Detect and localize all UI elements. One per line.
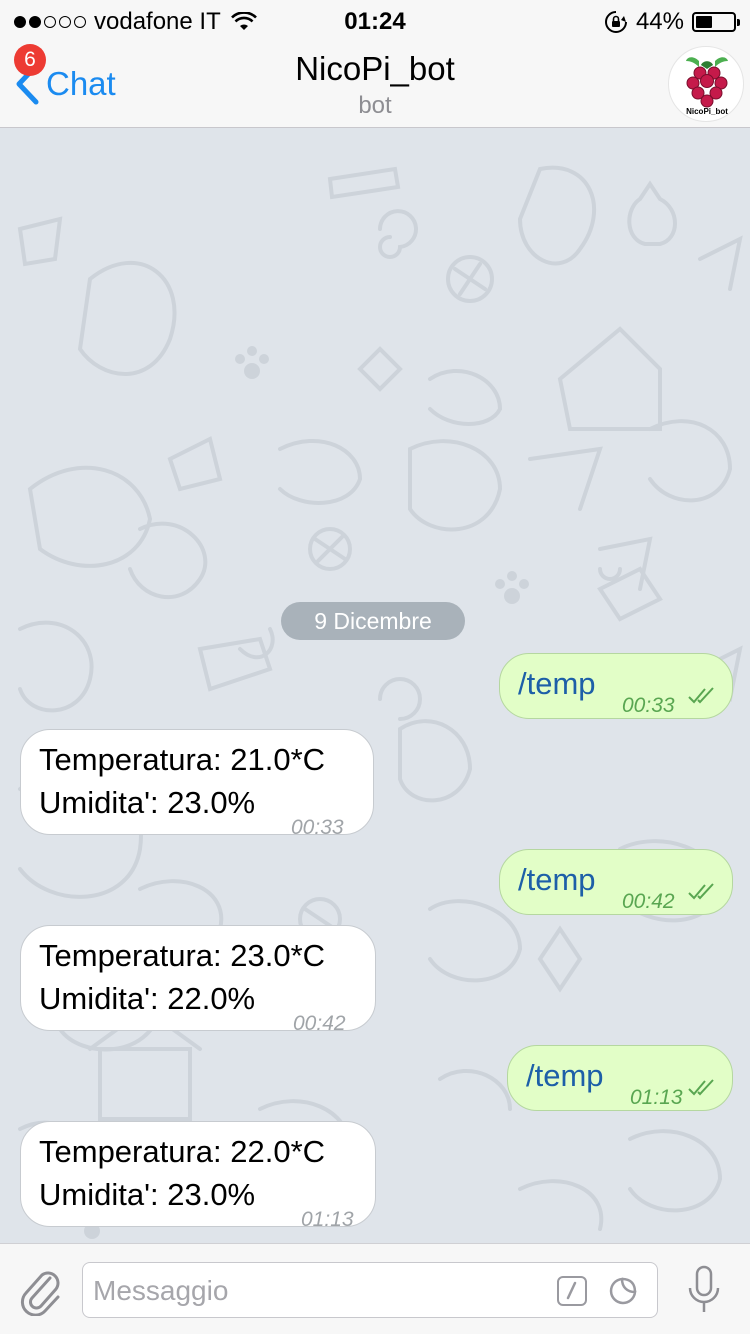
read-receipt-icon [688, 1079, 714, 1096]
avatar-caption: NicoPi_bot [686, 107, 728, 116]
date-separator: 9 Dicembre [281, 602, 465, 640]
battery-level [696, 16, 712, 28]
paperclip-icon[interactable] [18, 1264, 64, 1316]
message-time: 00:33 [622, 694, 675, 717]
bot-avatar[interactable]: NicoPi_bot [668, 46, 744, 122]
read-receipt-icon [688, 687, 714, 704]
wifi-icon [230, 12, 257, 30]
message-text: /temp [518, 666, 596, 701]
status-bar: vodafone IT 01:24 44% [0, 0, 750, 40]
status-right: 44% [604, 8, 740, 36]
battery-percent: 44% [635, 8, 684, 35]
incoming-message[interactable]: Temperatura: 23.0*C Umidita': 22.0% 00:4… [20, 925, 376, 1035]
message-list[interactable]: 9 Dicembre /temp 00:33 Temperatura: 21.0… [0, 129, 750, 1243]
incoming-message[interactable]: Temperatura: 22.0*C Umidita': 23.0% 01:1… [20, 1121, 376, 1231]
sticker-icon[interactable] [607, 1275, 639, 1307]
message-field[interactable] [82, 1262, 658, 1318]
message-time: 01:13 [630, 1086, 683, 1109]
chat-subtitle: bot [358, 92, 392, 119]
microphone-icon[interactable] [686, 1264, 722, 1316]
signal-dots-icon [14, 16, 86, 28]
message-input-bar [0, 1243, 750, 1334]
carrier-name: vodafone IT [94, 8, 221, 35]
orientation-lock-icon [604, 11, 627, 33]
outgoing-message[interactable]: /temp 00:33 [499, 653, 733, 719]
message-text: Temperatura: 21.0*C Umidita': 23.0% [39, 742, 326, 820]
message-text: /temp [526, 1058, 604, 1093]
slash-glyph [566, 1281, 577, 1300]
chat-title[interactable]: NicoPi_bot [0, 50, 750, 88]
bot-command-icon[interactable] [557, 1276, 587, 1306]
read-receipt-icon [688, 883, 714, 900]
message-time: 00:33 [291, 816, 344, 839]
battery-icon [692, 12, 740, 32]
message-text: Temperatura: 22.0*C Umidita': 23.0% [39, 1134, 326, 1212]
status-left: vodafone IT [14, 8, 257, 36]
message-input[interactable] [93, 1271, 543, 1311]
outgoing-message[interactable]: /temp 00:42 [499, 849, 733, 915]
outgoing-message[interactable]: /temp 01:13 [507, 1045, 733, 1111]
message-text: Temperatura: 23.0*C Umidita': 22.0% [39, 938, 326, 1016]
message-text: /temp [518, 862, 596, 897]
incoming-message[interactable]: Temperatura: 21.0*C Umidita': 23.0% 00:3… [20, 729, 374, 839]
message-time: 00:42 [293, 1012, 346, 1035]
navigation-bar: Chat 6 NicoPi_bot bot NicoPi_bot [0, 40, 750, 128]
message-time: 00:42 [622, 890, 675, 913]
message-time: 01:13 [301, 1208, 354, 1231]
